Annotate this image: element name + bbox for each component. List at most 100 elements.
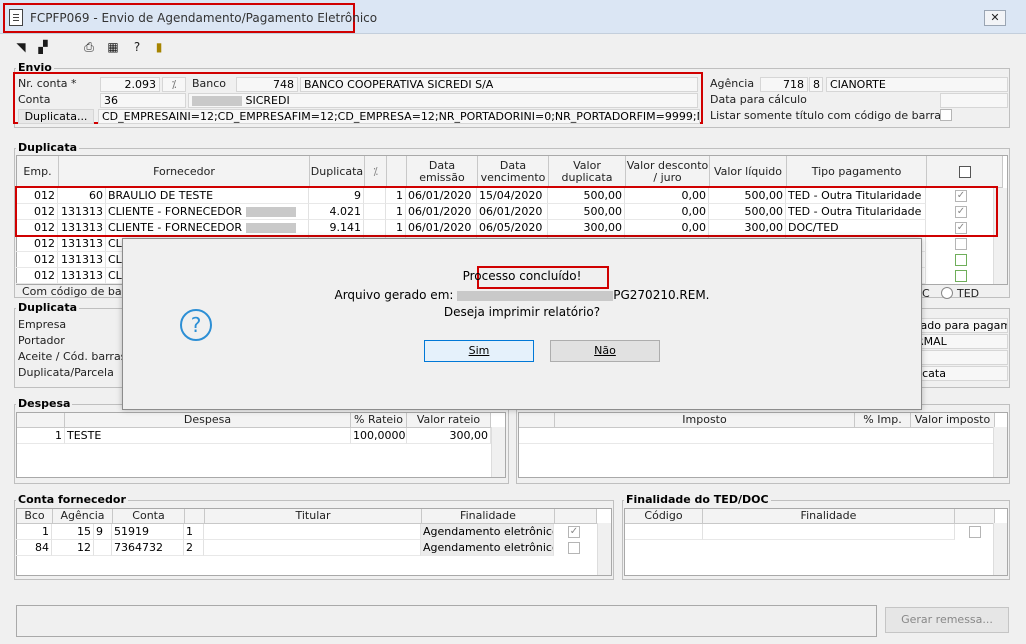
cf-col-titular[interactable]: Titular [205,509,422,524]
despesa-col-despesa[interactable]: Despesa [65,413,351,428]
despesa-row-valor[interactable]: 300,00 [407,428,491,444]
despesa-col-rateio[interactable]: % Rateio [351,413,407,428]
ft-row-codigo[interactable] [625,524,703,540]
imposto-col-valor[interactable]: Valor imposto [911,413,995,428]
dialog-message-3: Deseja imprimir relatório? [443,305,601,319]
ft-row-finalidade[interactable] [703,524,955,540]
col-emp[interactable]: Emp. [17,156,59,188]
col-sort[interactable]: ⁒ [365,156,387,188]
cf-cell-cd[interactable]: 2 [184,540,204,556]
cf-col-conta[interactable]: Conta [113,509,185,524]
close-button[interactable]: ✕ [984,10,1006,26]
despesa-col-valor[interactable]: Valor rateio [407,413,491,428]
cf-col-bco[interactable]: Bco [17,509,53,524]
col-valor-duplicata[interactable]: Valor duplicata [549,156,626,188]
despesa-row-rateio[interactable]: 100,000000 [351,428,407,444]
cf-scrollbar[interactable] [597,523,611,575]
dup-cell-cod[interactable]: 131313 [58,252,106,268]
cf-cell-ag[interactable]: 15 [52,524,94,540]
tree-icon[interactable]: ▞ [36,40,50,54]
cf-col-finalidade[interactable]: Finalidade [422,509,555,524]
despesa-row-n[interactable]: 1 [17,428,65,444]
imposto-col-n[interactable] [519,413,555,428]
row-select-checkbox[interactable] [955,238,967,250]
col-valor-desconto[interactable]: Valor desconto / juro [626,156,710,188]
cf-cell-conta[interactable]: 7364732 [112,540,184,556]
duplicata-filter-button[interactable]: Duplicata... [18,109,94,124]
cf-cell-final[interactable]: Agendamento eletrônico [421,524,554,540]
nr-conta-field[interactable]: 2.093 [100,77,160,92]
data-calculo-field[interactable] [940,93,1008,108]
cf-row-checkbox[interactable]: ✓ [568,526,580,538]
ft-col-check[interactable] [955,509,995,524]
finalidade-ted-grid: Código Finalidade [624,508,1008,576]
listar-checkbox[interactable] [940,109,952,121]
codigo-barras-footer: Com código de bar [22,285,127,298]
cf-cell-bco[interactable]: 84 [16,540,52,556]
col-data-vencimento[interactable]: Data vencimento [478,156,549,188]
cf-col-agencia[interactable]: Agência [53,509,113,524]
despesa-grid: Despesa % Rateio Valor rateio 1 TESTE 10… [16,412,506,478]
arrow-back-icon[interactable]: ◥ [14,40,28,54]
conta-fornecedor-group-title: Conta fornecedor [16,493,128,506]
agencia-label: Agência [710,77,755,90]
printer-icon[interactable]: ⎙ [82,40,96,54]
cf-cell-ag[interactable]: 12 [52,540,94,556]
dup-cell-cod[interactable]: 131313 [58,236,106,252]
col-select-all[interactable] [927,156,1003,188]
col-fornecedor[interactable]: Fornecedor [59,156,310,188]
duplicata-filter-field[interactable]: CD_EMPRESAINI=12;CD_EMPRESAFIM=12;CD_EMP… [98,109,700,124]
radio-ted-label: TED [957,287,980,300]
ft-col-codigo[interactable]: Código [625,509,703,524]
conta-label: Conta [18,93,51,106]
gerar-remessa-button[interactable]: Gerar remessa... [885,607,1009,633]
despesa-scrollbar[interactable] [491,427,505,477]
duplicata-group-title: Duplicata [16,141,80,154]
col-data-emissao[interactable]: Data emissão [407,156,478,188]
col-valor-liquido[interactable]: Valor líquido [710,156,787,188]
agencia-digit-field: 8 [809,77,823,92]
conta-field[interactable]: 36 [100,93,186,108]
radio-ted[interactable] [941,287,953,299]
nr-conta-lookup-button[interactable]: ⁒ [162,77,186,92]
cf-cell-final[interactable]: Agendamento eletrônico [421,540,554,556]
dup-cell-emp[interactable]: 012 [16,268,58,284]
imposto-col-pct[interactable]: % Imp. [855,413,911,428]
ft-col-finalidade[interactable]: Finalidade [703,509,955,524]
cf-cell-titular[interactable] [204,524,421,540]
cf-cell-cd[interactable]: 1 [184,524,204,540]
despesa-col-n[interactable] [17,413,65,428]
row-select-checkbox[interactable] [955,254,967,266]
imposto-scrollbar[interactable] [993,427,1007,477]
row-select-checkbox[interactable] [955,270,967,282]
no-button[interactable]: Não [550,340,660,362]
redacted-path [457,290,614,301]
col-parcela[interactable] [387,156,407,188]
cf-cell-agd[interactable]: 9 [94,524,112,540]
exit-door-icon[interactable]: ▮ [152,40,166,54]
dup-cell-emp[interactable]: 012 [16,252,58,268]
cf-row-checkbox[interactable] [568,542,580,554]
ft-scrollbar[interactable] [993,523,1007,575]
cf-cell-conta[interactable]: 51919 [112,524,184,540]
help-icon[interactable]: ? [130,40,144,54]
select-all-checkbox[interactable] [958,165,971,178]
yes-button[interactable]: Sim [424,340,534,362]
dup-cell-cod[interactable]: 131313 [58,268,106,284]
portador-label: Portador [18,334,65,347]
table-icon[interactable]: ▦ [106,40,120,54]
agencia-field: 718 [760,77,808,92]
despesa-row-desc[interactable]: TESTE [65,428,351,444]
cf-cell-bco[interactable]: 1 [16,524,52,540]
imposto-row-empty[interactable] [519,428,995,444]
cf-col-cd[interactable] [185,509,205,524]
imposto-col-imposto[interactable]: Imposto [555,413,855,428]
cf-col-check[interactable] [555,509,597,524]
col-duplicata[interactable]: Duplicata [310,156,365,188]
cf-cell-agd[interactable] [94,540,112,556]
cf-cell-titular[interactable] [204,540,421,556]
detalhe-right-field-1: rado para pagame [912,318,1008,333]
ft-row-checkbox[interactable] [969,526,981,538]
dup-cell-emp[interactable]: 012 [16,236,58,252]
col-tipo-pagamento[interactable]: Tipo pagamento [787,156,927,188]
